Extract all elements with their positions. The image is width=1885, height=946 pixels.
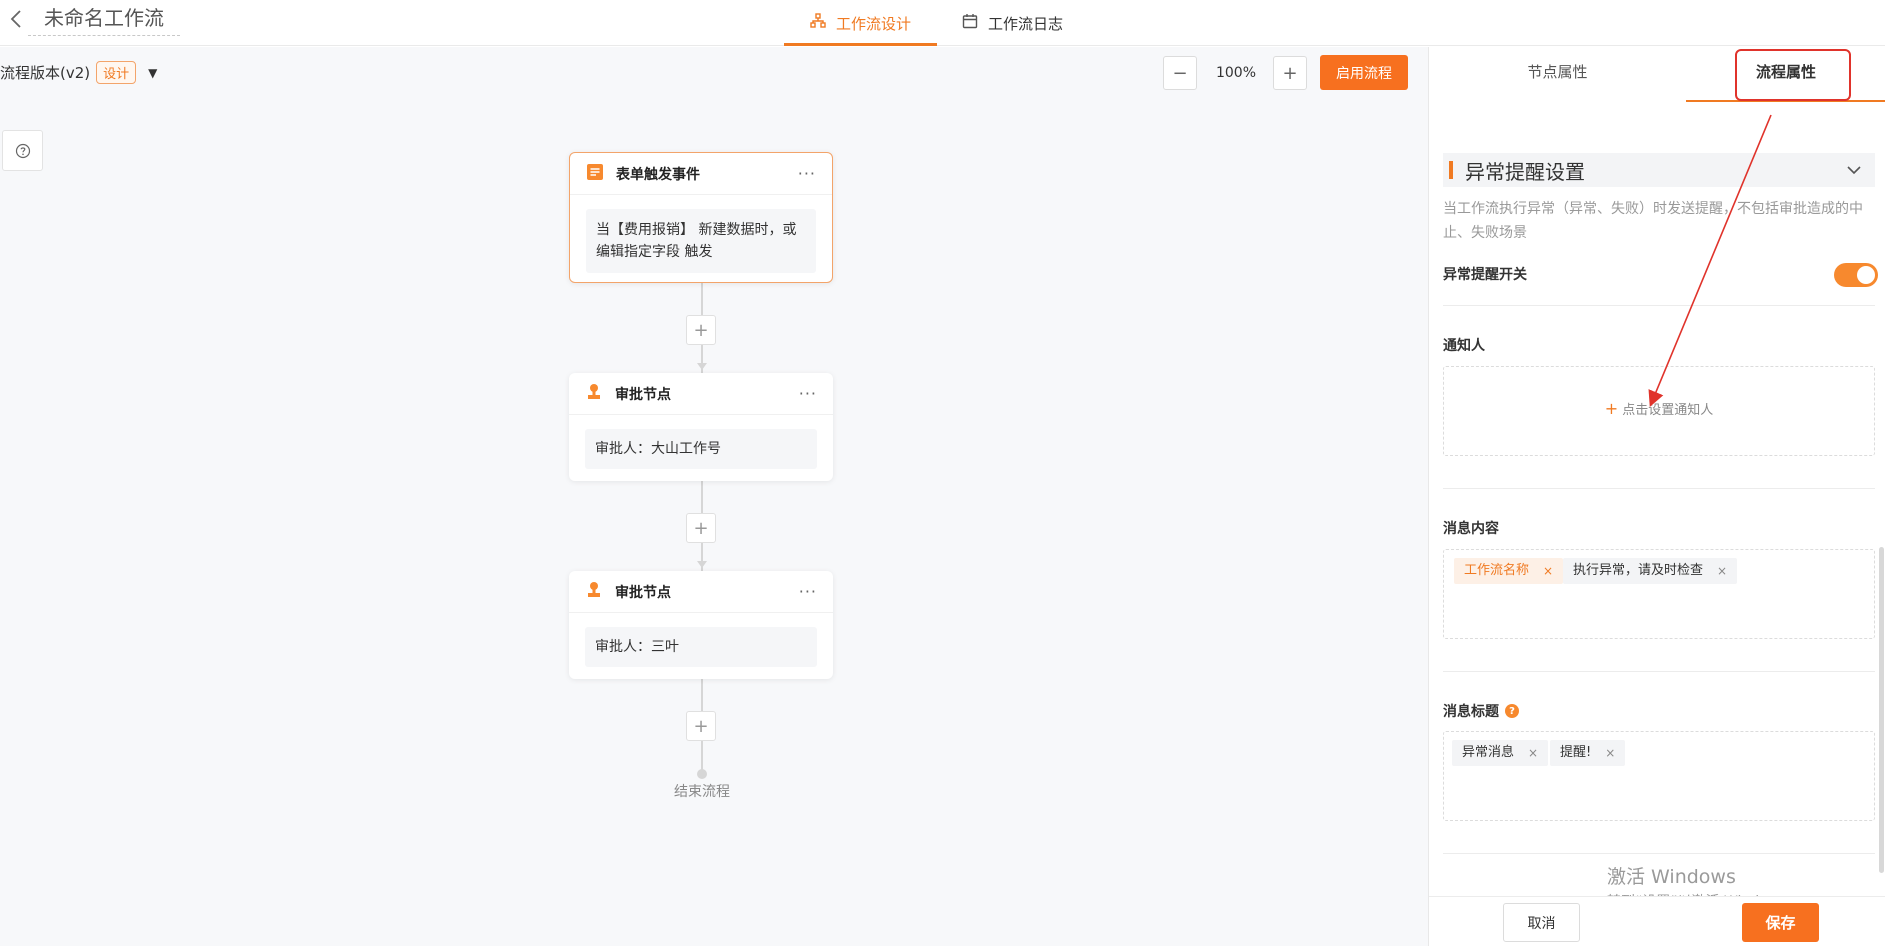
node-description: 审批人：大山工作号 <box>585 429 817 469</box>
section-exception-alert[interactable]: 异常提醒设置 <box>1443 153 1875 187</box>
tab-workflow-design[interactable]: 工作流设计 <box>784 0 937 46</box>
arrow-down-icon <box>697 561 707 568</box>
more-icon[interactable]: ··· <box>798 164 816 183</box>
question-icon[interactable]: ? <box>1505 704 1519 718</box>
section-accent-bar <box>1449 161 1453 179</box>
end-dot <box>697 769 707 779</box>
panel-scrollbar[interactable] <box>1879 547 1884 873</box>
tab-node-properties[interactable]: 节点属性 <box>1429 47 1686 102</box>
plus-icon: + <box>1604 399 1619 418</box>
watermark-line1: 激活 Windows <box>1607 866 1736 888</box>
form-icon <box>586 163 604 185</box>
add-node-button[interactable]: + <box>686 711 716 741</box>
end-flow-label: 结束流程 <box>674 784 730 800</box>
help-icon <box>15 143 30 158</box>
zoom-out-button[interactable]: − <box>1163 56 1197 90</box>
workflow-title[interactable]: 未命名工作流 <box>28 4 180 36</box>
section-title: 异常提醒设置 <box>1465 159 1585 184</box>
text-tag: 执行异常，请及时检查 × <box>1563 558 1738 584</box>
add-notifier-button[interactable]: + 点击设置通知人 <box>1444 399 1874 418</box>
section-description: 当工作流执行异常（异常、失败）时发送提醒，不包括审批造成的中止、失败场景 <box>1443 201 1863 241</box>
save-button[interactable]: 保存 <box>1742 903 1819 942</box>
tab-workflow-log[interactable]: 工作流日志 <box>962 0 1082 46</box>
arrow-down-icon <box>697 363 707 370</box>
divider <box>1443 671 1875 672</box>
tag-text: 提醒! <box>1560 745 1592 760</box>
divider <box>1443 305 1875 306</box>
tab-label: 工作流日志 <box>988 14 1064 33</box>
tag-text: 工作流名称 <box>1464 563 1530 578</box>
content-label: 消息内容 <box>1443 521 1499 537</box>
workflow-tree-icon <box>810 13 826 33</box>
calendar-icon <box>962 13 978 33</box>
close-icon[interactable]: × <box>1605 740 1615 766</box>
node-description: 审批人：三叶 <box>585 627 817 667</box>
version-label: 流程版本(v2) <box>0 64 91 82</box>
node-header: 审批节点 ··· <box>569 571 833 613</box>
node-title: 审批节点 <box>615 584 671 601</box>
back-icon[interactable] <box>6 8 28 30</box>
cancel-button[interactable]: 取消 <box>1503 903 1580 942</box>
notifier-label: 通知人 <box>1443 338 1485 354</box>
title-label-text: 消息标题 <box>1443 704 1499 720</box>
divider <box>1443 853 1875 854</box>
text-tag: 异常消息 × <box>1452 740 1549 766</box>
close-icon[interactable]: × <box>1528 740 1538 766</box>
properties-panel: 节点属性 流程属性 异常提醒设置 当工作流执行异常（异常、失败）时发送提醒，不包… <box>1428 47 1885 946</box>
panel-footer: 取消 保存 <box>1429 896 1885 946</box>
node-title: 审批节点 <box>615 386 671 403</box>
help-button[interactable] <box>2 130 43 171</box>
node-header: 审批节点 ··· <box>569 373 833 415</box>
flow-canvas[interactable]: 流程版本(v2) 设计 ▼ − 100% + 启用流程 + + + 表单触发事件… <box>0 47 1428 946</box>
variable-tag: 工作流名称 × <box>1454 558 1564 584</box>
message-content-input[interactable]: 工作流名称 × 执行异常，请及时检查 × <box>1443 549 1875 639</box>
tag-text: 异常消息 <box>1462 745 1515 760</box>
annotation-highlight-box <box>1735 49 1851 101</box>
design-badge: 设计 <box>96 61 137 84</box>
title-field-label: 消息标题 ? <box>1443 701 1519 721</box>
node-header: 表单触发事件 ··· <box>570 153 832 195</box>
approval-node[interactable]: 审批节点 ··· 审批人：三叶 <box>569 571 833 679</box>
notifier-picker[interactable]: + 点击设置通知人 <box>1443 366 1875 456</box>
node-title: 表单触发事件 <box>616 166 700 183</box>
node-description: 当【费用报销】 新建数据时，或编辑指定字段 触发 <box>586 209 816 273</box>
approval-node[interactable]: 审批节点 ··· 审批人：大山工作号 <box>569 373 833 481</box>
divider <box>1443 488 1875 489</box>
message-title-input[interactable]: 异常消息 × 提醒! × <box>1443 731 1875 821</box>
exception-alert-toggle[interactable] <box>1834 263 1878 287</box>
trigger-node[interactable]: 表单触发事件 ··· 当【费用报销】 新建数据时，或编辑指定字段 触发 <box>569 152 833 283</box>
enable-flow-button[interactable]: 启用流程 <box>1320 55 1408 90</box>
chevron-down-icon <box>1847 166 1861 175</box>
tab-label: 工作流设计 <box>835 14 911 33</box>
add-node-button[interactable]: + <box>686 513 716 543</box>
switch-label: 异常提醒开关 <box>1443 267 1527 283</box>
add-notifier-label: 点击设置通知人 <box>1622 403 1714 418</box>
tag-text: 执行异常，请及时检查 <box>1573 563 1704 578</box>
version-selector[interactable]: 流程版本(v2) 设计 ▼ <box>0 61 157 84</box>
text-tag: 提醒! × <box>1550 740 1626 766</box>
top-bar: 未命名工作流 工作流设计 工作流日志 <box>0 0 1885 46</box>
zoom-in-button[interactable]: + <box>1273 56 1307 90</box>
more-icon[interactable]: ··· <box>799 582 817 601</box>
close-icon[interactable]: × <box>1543 558 1553 584</box>
caret-down-icon: ▼ <box>148 65 158 80</box>
close-icon[interactable]: × <box>1717 558 1727 584</box>
toggle-knob <box>1857 266 1875 284</box>
zoom-level: 100% <box>1215 65 1257 81</box>
approver-icon <box>585 383 603 405</box>
approver-icon <box>585 581 603 603</box>
more-icon[interactable]: ··· <box>799 384 817 403</box>
add-node-button[interactable]: + <box>686 315 716 345</box>
